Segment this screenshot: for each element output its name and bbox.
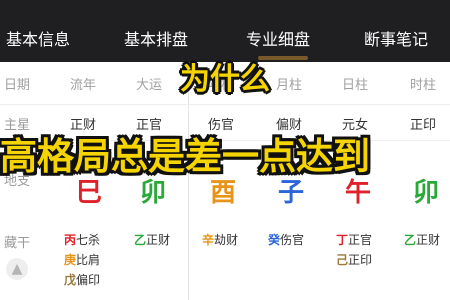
hidden-stem-god: 正财 <box>416 233 441 247</box>
hidden-stem-item: 丙七杀 <box>64 230 100 250</box>
hidden-stems-year: 辛劫财 <box>202 230 238 250</box>
hidden-stem-char: 癸 <box>268 233 281 247</box>
hidden-stem-char: 丁 <box>336 233 349 247</box>
hidden-stem-item: 己正印 <box>336 250 372 270</box>
row-label-hidden-stems: 藏干 <box>4 236 31 251</box>
row-label-main-star: 主星 <box>4 118 31 133</box>
hidden-stem-item: 乙正财 <box>404 230 440 250</box>
hidden-stem-god: 劫财 <box>214 233 239 247</box>
hidden-stem-char: 戊 <box>64 273 77 287</box>
hidden-stem-god: 七杀 <box>76 233 101 247</box>
tab-bar: 基本信息 基本排盘 专业细盘 断事笔记 <box>0 0 450 62</box>
main-star-hour: 正印 <box>410 118 437 133</box>
branch-year: 酉 <box>210 178 237 208</box>
column-header-hour: 时柱 <box>410 78 437 93</box>
hidden-stem-item: 丁正官 <box>336 230 372 250</box>
hidden-stems-day: 丁正官 己正印 <box>336 230 372 270</box>
branch-hour: 卯 <box>413 178 440 208</box>
hidden-stem-god: 比肩 <box>76 253 101 267</box>
hidden-stem-item: 庚比肩 <box>64 250 100 270</box>
main-star-dayun: 正官 <box>136 118 163 133</box>
hidden-stem-char: 乙 <box>404 233 417 247</box>
branch-dayun: 卯 <box>140 178 167 208</box>
main-star-day: 元女 <box>342 118 369 133</box>
branch-month: 子 <box>278 178 305 208</box>
hidden-stem-god: 正印 <box>348 253 373 267</box>
hidden-stem-char: 辛 <box>202 233 215 247</box>
tab-professional-chart[interactable]: 专业细盘 <box>246 29 310 51</box>
column-header-dayun: 大运 <box>136 78 163 93</box>
hidden-stems-dayun: 乙正财 <box>134 230 170 250</box>
hidden-stem-god: 伤官 <box>280 233 305 247</box>
hidden-stem-char: 己 <box>336 253 349 267</box>
hidden-stem-char: 庚 <box>64 253 77 267</box>
main-star-liunian: 正财 <box>70 118 97 133</box>
hidden-stem-item: 癸伤官 <box>268 230 304 250</box>
hidden-stem-item: 乙正财 <box>134 230 170 250</box>
branch-day: 午 <box>345 178 372 208</box>
main-star-month: 偏财 <box>276 118 303 133</box>
tab-basic-info[interactable]: 基本信息 <box>6 29 70 51</box>
hidden-stems-liunian: 丙七杀 庚比肩 戊偏印 <box>64 230 100 290</box>
hidden-stem-god: 偏印 <box>76 273 101 287</box>
hidden-stem-god: 正官 <box>348 233 373 247</box>
hidden-stems-row: 藏干 丙七杀 庚比肩 戊偏印 乙正财 辛劫财 癸伤官 丁正官 己正印 乙正财 <box>0 226 450 300</box>
branch-liunian: 巳 <box>76 178 103 208</box>
hidden-stem-item: 辛劫财 <box>202 230 238 250</box>
hidden-stem-item: 戊偏印 <box>64 270 100 290</box>
hidden-stems-month: 癸伤官 <box>268 230 304 250</box>
column-header-liunian: 流年 <box>70 78 97 93</box>
column-header-date: 日期 <box>4 78 31 93</box>
hidden-stem-god: 正财 <box>146 233 171 247</box>
caption-line-1: 为什么 <box>180 62 270 97</box>
tab-basic-chart[interactable]: 基本排盘 <box>124 29 188 51</box>
branch-row: 地支 巳 卯 酉 子 午 卯 <box>0 174 450 226</box>
hidden-stem-char: 乙 <box>134 233 147 247</box>
main-star-year: 伤官 <box>208 118 235 133</box>
caption-line-2: 高格局总是差一点达到 <box>0 135 370 178</box>
tab-notes[interactable]: 断事笔记 <box>364 29 428 51</box>
bazi-chart-screen: 基本信息 基本排盘 专业细盘 断事笔记 日期 流年 大运 年柱 月柱 日柱 时柱… <box>0 0 450 300</box>
hidden-stem-char: 丙 <box>64 233 77 247</box>
column-header-day: 日柱 <box>342 78 369 93</box>
hidden-stems-hour: 乙正财 <box>404 230 440 250</box>
image-icon[interactable]: ▲ <box>6 258 28 280</box>
